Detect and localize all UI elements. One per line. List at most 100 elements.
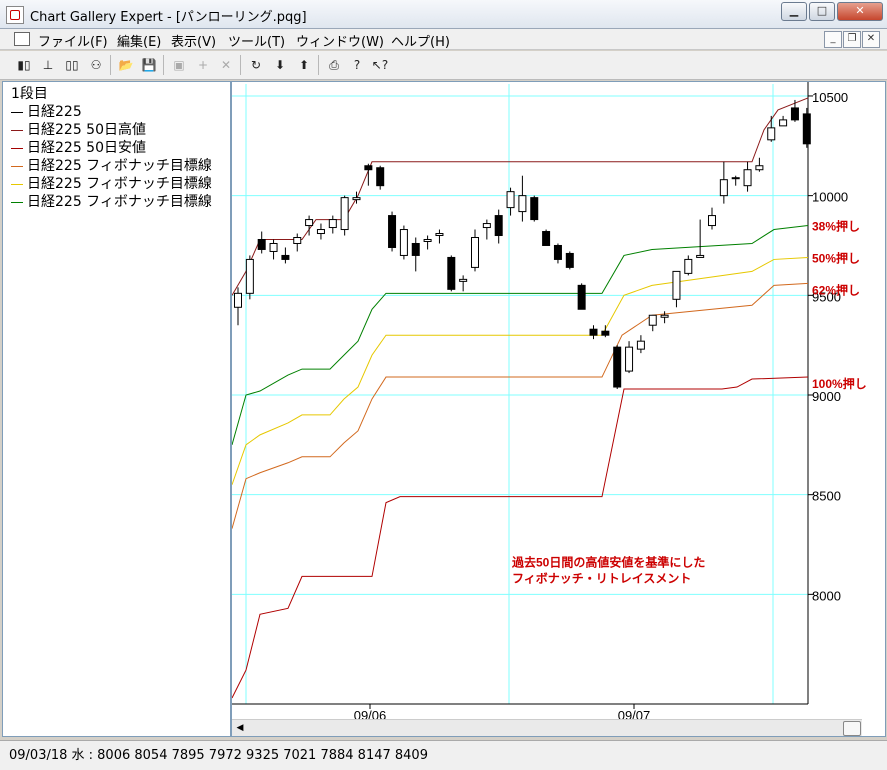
upload-arrow-icon[interactable]: ⬆ xyxy=(294,55,314,75)
menu-help[interactable]: ヘルプ(H) xyxy=(391,31,450,50)
status-text: 09/03/18 水 : 8006 8054 7895 7972 9325 70… xyxy=(9,748,428,763)
candle-body xyxy=(553,244,562,260)
candle-body xyxy=(423,238,432,242)
candle-body xyxy=(767,127,776,141)
legend-panel: 1段目 日経225 日経225 50日高値 日経225 50日安値 日経225 … xyxy=(2,81,231,737)
candle-body xyxy=(802,113,811,145)
label-38-percent: 38%押し xyxy=(812,219,860,234)
candle-body xyxy=(305,219,314,227)
y-tick-label: 10000 xyxy=(812,190,848,205)
context-help-icon[interactable]: ↖? xyxy=(370,55,390,75)
candle-body xyxy=(352,197,361,201)
label-100-percent: 100%押し xyxy=(812,376,867,391)
help-icon[interactable]: ? xyxy=(347,55,367,75)
candle-body xyxy=(328,219,337,229)
candle-body xyxy=(601,330,610,336)
y-tick-label: 9000 xyxy=(812,389,841,404)
candle-body xyxy=(542,231,551,246)
close-button[interactable]: ✕ xyxy=(837,2,883,21)
toolbar: ▮▯ ⊥ ▯▯ ⚇ 📂 💾 ▣ + ✕ ↻ ⬇ ⬆ ⎙ ? ↖? xyxy=(0,51,887,80)
candle-body xyxy=(281,254,290,260)
legend-item[interactable]: 日経225 50日高値 xyxy=(11,119,146,139)
menu-tools[interactable]: ツール(T) xyxy=(228,31,285,50)
candle-body xyxy=(518,195,527,213)
candle-body xyxy=(388,215,397,248)
print-icon[interactable]: ⎙ xyxy=(324,55,344,75)
candle-body xyxy=(376,167,385,187)
open-folder-icon[interactable]: 📂 xyxy=(116,55,136,75)
candle-body xyxy=(790,107,799,121)
candle-body xyxy=(471,237,479,268)
y-tick-label: 8500 xyxy=(812,489,841,504)
candle-body xyxy=(447,256,456,290)
binoculars-icon[interactable]: ⚇ xyxy=(86,55,106,75)
candle-body xyxy=(636,340,645,350)
candle-body xyxy=(245,258,254,294)
window-title: Chart Gallery Expert - [パンローリング.pqg] xyxy=(30,10,307,25)
delete-icon[interactable]: ✕ xyxy=(216,55,236,75)
candle-body xyxy=(459,278,468,282)
add-icon[interactable]: + xyxy=(193,55,213,75)
y-tick-label: 10500 xyxy=(812,90,848,105)
two-panel-icon[interactable]: ▯▯ xyxy=(62,55,82,75)
menu-edit[interactable]: 編集(E) xyxy=(117,31,161,50)
document-icon[interactable] xyxy=(14,32,30,46)
candle-body xyxy=(340,197,349,231)
properties-icon[interactable]: ▣ xyxy=(169,55,189,75)
y-tick-label: 8000 xyxy=(812,588,841,603)
candle-body xyxy=(684,258,693,274)
mdi-minimize-button[interactable]: _ xyxy=(824,31,842,48)
menu-view[interactable]: 表示(V) xyxy=(171,31,216,50)
refresh-icon[interactable]: ↻ xyxy=(246,55,266,75)
scroll-left-icon[interactable]: ◀ xyxy=(234,722,246,734)
menu-bar: ファイル(F) 編集(E) 表示(V) ツール(T) ウィンドウ(W) ヘルプ(… xyxy=(0,29,887,50)
status-bar: 09/03/18 水 : 8006 8054 7895 7972 9325 70… xyxy=(0,740,887,770)
annotation-note-2: フィボナッチ・リトレイスメント xyxy=(512,570,691,585)
candle-body xyxy=(269,242,278,252)
candle-body xyxy=(435,233,444,237)
label-62-percent: 62%押し xyxy=(812,282,860,297)
price-chart[interactable]: 8000850090009500100001050009/06 09/0738%押… xyxy=(232,82,885,736)
candle-body xyxy=(625,346,634,372)
save-icon[interactable]: 💾 xyxy=(139,55,159,75)
legend-item[interactable]: 日経225 xyxy=(11,101,82,121)
candle-body xyxy=(364,165,373,171)
candle-body xyxy=(293,237,302,244)
candle-body xyxy=(257,238,266,250)
candle-body xyxy=(482,223,491,229)
legend-item[interactable]: 日経225 フィボナッチ目標線 xyxy=(11,155,212,175)
horizontal-scrollbar[interactable]: ◀ xyxy=(232,719,862,736)
candle-body xyxy=(696,254,705,258)
minimize-button[interactable]: ▁ xyxy=(781,2,807,21)
candle-body xyxy=(613,346,622,388)
scroll-thumb[interactable] xyxy=(843,721,861,736)
candle-body xyxy=(234,292,242,308)
step-line-icon[interactable]: ⊥ xyxy=(38,55,58,75)
candle-body xyxy=(494,215,503,237)
legend-item[interactable]: 日経225 フィボナッチ目標線 xyxy=(11,173,212,193)
fib-50-line xyxy=(232,256,809,485)
mdi-close-button[interactable]: ✕ xyxy=(862,31,880,48)
mdi-restore-button[interactable]: ❐ xyxy=(843,31,861,48)
candle-body xyxy=(316,229,325,235)
candle-body xyxy=(779,119,788,127)
fib-62-line xyxy=(232,282,809,529)
download-arrow-icon[interactable]: ⬇ xyxy=(270,55,290,75)
candle-body xyxy=(660,314,669,318)
label-50-percent: 50%押し xyxy=(812,250,860,265)
candle-body xyxy=(530,197,539,221)
candle-body xyxy=(672,270,681,300)
candlestick-chart-icon[interactable]: ▮▯ xyxy=(14,55,34,75)
menu-file[interactable]: ファイル(F) xyxy=(38,31,108,50)
candle-body xyxy=(411,242,420,256)
legend-heading: 1段目 xyxy=(11,86,48,102)
candle-body xyxy=(399,229,408,256)
candle-body xyxy=(719,179,728,197)
maximize-button[interactable]: □ xyxy=(809,2,835,21)
legend-item[interactable]: 日経225 50日安値 xyxy=(11,137,146,157)
candle-body xyxy=(506,191,515,209)
candle-body xyxy=(577,284,586,310)
legend-item[interactable]: 日経225 フィボナッチ目標線 xyxy=(11,191,212,211)
chart-panel[interactable]: 8000 8500 9000 9500 10000 10500 09/06 09/07 38%押… xyxy=(231,81,886,737)
menu-window[interactable]: ウィンドウ(W) xyxy=(296,31,384,50)
